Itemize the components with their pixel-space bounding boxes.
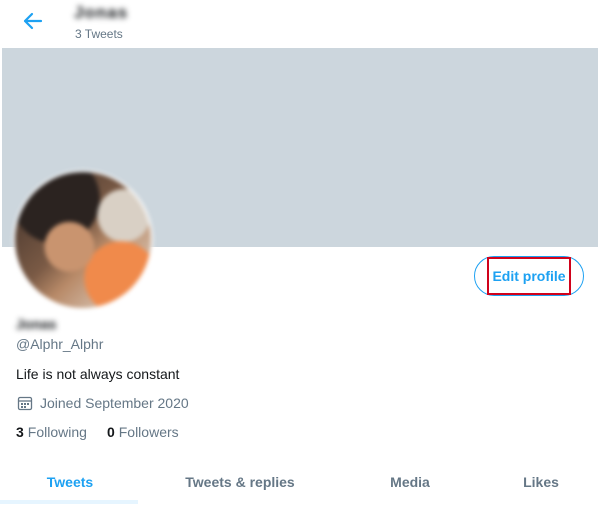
tab-tweets[interactable]: Tweets [0, 462, 140, 502]
followers-link[interactable]: 0 Followers [107, 424, 179, 440]
joined-label: Joined September 2020 [40, 395, 189, 411]
followers-count: 0 [106, 424, 115, 440]
followers-label: Followers [118, 424, 179, 440]
following-link[interactable]: 3 Following [16, 424, 87, 440]
tab-tweets-and-replies[interactable]: Tweets & replies [140, 462, 340, 502]
active-tab-indicator [0, 500, 138, 504]
edit-profile-button[interactable]: Edit profile [474, 256, 584, 296]
tab-media[interactable]: Media [340, 462, 480, 502]
avatar-image [15, 172, 151, 308]
calendar-icon [16, 395, 34, 411]
arrow-left-icon [23, 12, 43, 30]
back-button[interactable] [20, 8, 46, 34]
tab-likes[interactable]: Likes [480, 462, 602, 502]
profile-header: Jonas 3 Tweets [0, 0, 602, 48]
tweet-count: 3 Tweets [75, 27, 123, 41]
follow-stats: 3 Following 0 Followers [16, 424, 199, 440]
following-label: Following [27, 424, 87, 440]
profile-bio: Life is not always constant [16, 366, 180, 382]
user-handle: @Alphr_Alphr [16, 336, 104, 352]
avatar[interactable] [13, 170, 153, 310]
display-name: Jonas [16, 316, 57, 332]
joined-date: Joined September 2020 [16, 395, 189, 411]
header-name: Jonas [74, 3, 129, 22]
following-count: 3 [16, 424, 24, 440]
